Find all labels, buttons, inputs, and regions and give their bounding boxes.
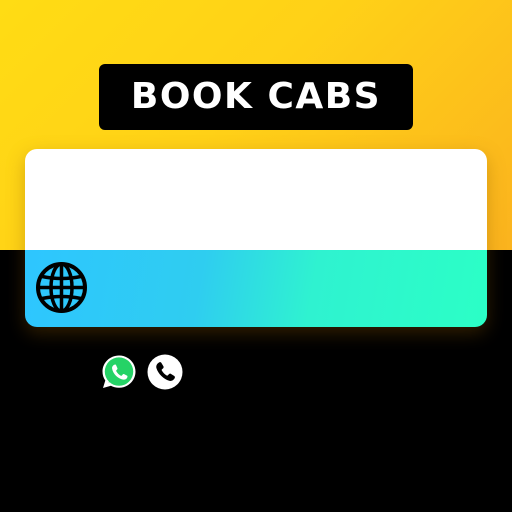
title-badge: BOOK CABS <box>99 64 413 130</box>
card-white-panel <box>25 149 487 250</box>
page-title: BOOK CABS <box>130 76 382 117</box>
phone-icon[interactable] <box>146 353 184 391</box>
card-gradient-panel <box>25 250 487 327</box>
contact-icons <box>100 353 190 391</box>
globe-icon[interactable] <box>35 261 88 314</box>
whatsapp-icon[interactable] <box>100 353 138 391</box>
info-card <box>25 149 487 327</box>
